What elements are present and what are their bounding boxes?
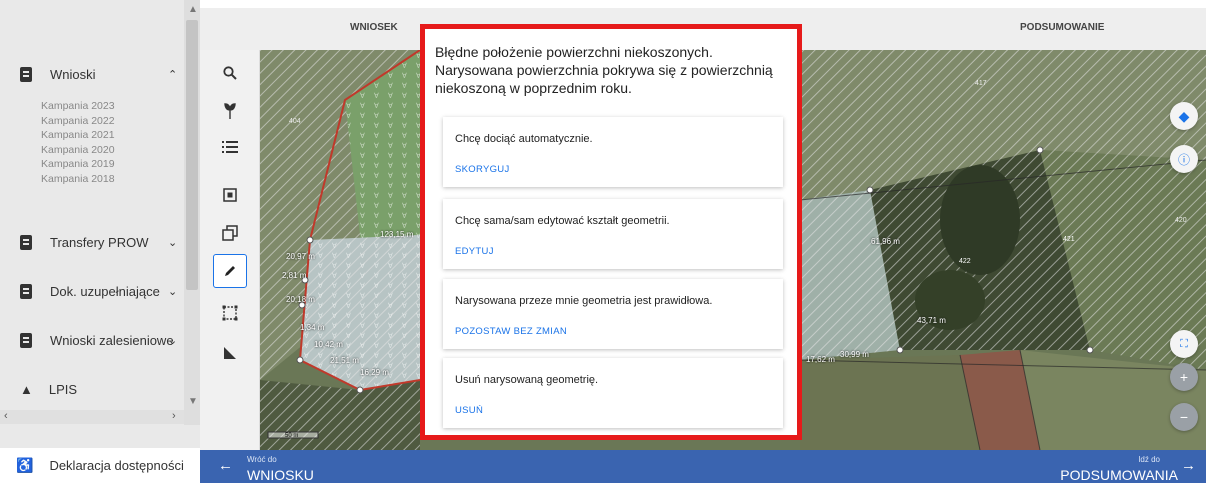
sidebar-item-label: Wnioski zalesieniowe [50,332,174,348]
search-icon[interactable] [213,56,247,90]
edytuj-button[interactable]: EDYTUJ [455,246,494,257]
measurement-label: 20,18 m [286,295,315,304]
chevron-down-icon: ⌄ [168,334,178,347]
sidebar-item-dok-uzupelniajace[interactable]: Dok. uzupełniające ⌄ [20,280,185,302]
option-text: Chcę dociąć automatycznie. [455,133,593,145]
info-icon: ⓘ [1177,152,1190,167]
bottom-navigation-bar: ← Wróć do WNIOSKU Idź do PODSUMOWANIA → [200,450,1206,483]
layers-button[interactable]: ◆ [1170,102,1198,130]
parcel-label: 421 [1063,236,1075,243]
back-to-wniosek-button[interactable]: ← Wróć do WNIOSKU [200,450,400,483]
sidebar-horizontal-scrollbar[interactable]: ‹ › [0,410,184,424]
sidebar-footer: ♿ Deklaracja dostępności [0,448,200,483]
sidebar-scrollbar-thumb[interactable] [186,20,198,290]
chevron-up-icon: ⌃ [168,68,178,81]
parcel-label: 417 [975,80,987,87]
chevron-down-icon: ⌄ [168,236,178,249]
sidebar-item-label: LPIS [48,381,78,397]
next-big-label: PODSUMOWANIA [1060,467,1178,483]
option-card-edit: Chcę sama/sam edytować kształt geometrii… [443,199,783,269]
back-small-label: Wróć do [247,455,277,464]
campaign-item-2022[interactable]: Kampania 2022 [41,114,115,129]
sidebar-item-lpis[interactable]: ▲ LPIS [20,378,185,400]
usun-button[interactable]: USUŃ [455,405,483,416]
campaign-item-2023[interactable]: Kampania 2023 [41,99,115,114]
option-text: Chcę sama/sam edytować kształt geometrii… [455,215,670,227]
campaign-list: Kampania 2023 Kampania 2022 Kampania 202… [41,99,115,186]
plus-icon: + [1179,369,1189,385]
tab-wniosek[interactable]: WNIOSEK [350,22,398,33]
zoom-out-button[interactable]: − [1170,403,1198,431]
info-button[interactable]: ⓘ [1170,145,1198,173]
measurement-label: 16,29 m [360,368,389,377]
sidebar-item-wnioski-zalesieniowe[interactable]: Wnioski zalesieniowe ⌄ [20,329,185,351]
mountain-icon: ▲ [20,381,33,397]
sidebar-item-label: Transfery PROW [50,234,149,250]
arrow-left-icon: ← [218,457,233,474]
scroll-left-icon[interactable]: ‹ [4,410,8,422]
option-card-auto-trim: Chcę dociąć automatycznie. SKORYGUJ [443,117,783,187]
campaign-item-2020[interactable]: Kampania 2020 [41,143,115,158]
sidebar-item-wnioski[interactable]: Wnioski ⌃ [20,63,185,85]
measure-angle-icon[interactable] [213,336,247,370]
measurement-label: 20,97 m [286,252,315,261]
option-text: Usuń narysowaną geometrię. [455,374,599,386]
parcel-label: 404 [289,118,301,125]
option-card-keep: Narysowana przeze mnie geometria jest pr… [443,279,783,349]
skoryguj-button[interactable]: SKORYGUJ [455,164,510,175]
campaign-item-2018[interactable]: Kampania 2018 [41,172,115,187]
sidebar: ▲ ▼ Wnioski ⌃ Kampania 2023 Kampania 202… [0,0,200,483]
dialog-title: Błędne położenie powierzchni niekoszonyc… [435,44,773,96]
document-icon [20,234,32,250]
tab-podsumowanie[interactable]: PODSUMOWANIE [1020,22,1104,33]
parcel-label: 422 [959,258,971,265]
parcel-label: 420 [1175,217,1187,224]
go-to-summary-button[interactable]: Idź do PODSUMOWANIA → [1006,450,1206,483]
draw-pencil-icon[interactable] [213,254,247,288]
measurement-label: 10,42 m [314,340,343,349]
option-text: Narysowana przeze mnie geometria jest pr… [455,295,713,307]
scroll-right-icon[interactable]: › [172,410,176,422]
error-dialog: Błędne położenie powierzchni niekoszonyc… [420,24,802,440]
measurement-label: 123,15 m [380,230,414,239]
measurement-label: 30,99 m [840,350,869,359]
fullscreen-button[interactable]: ⛶ [1170,330,1198,358]
list-icon[interactable] [213,130,247,164]
chevron-down-icon: ⌄ [168,285,178,298]
footer-label: Deklaracja dostępności [49,457,184,473]
map-toolbar [200,50,260,450]
measurement-label: 2,81 m [282,271,307,280]
document-icon [20,283,32,299]
document-icon [20,332,32,348]
accessibility-declaration-link[interactable]: ♿ Deklaracja dostępności [16,454,184,476]
measurement-label: 61,96 m [871,237,900,246]
measurement-label: 43,71 m [917,316,946,325]
sidebar-item-label: Dok. uzupełniające [50,283,160,299]
campaign-item-2019[interactable]: Kampania 2019 [41,157,115,172]
select-area-icon[interactable] [213,178,247,212]
zoom-in-button[interactable]: + [1170,363,1198,391]
pozostaw-bez-zmian-button[interactable]: POZOSTAW BEZ ZMIAN [455,326,567,337]
draw-rectangle-icon[interactable] [213,296,247,330]
next-small-label: Idź do [1138,455,1160,464]
scroll-up-icon[interactable]: ▲ [188,4,198,15]
accessibility-icon: ♿ [16,456,34,473]
minus-icon: − [1179,409,1189,425]
arrow-right-icon: → [1181,457,1196,474]
sidebar-item-transfery-prow[interactable]: Transfery PROW ⌄ [20,231,185,253]
scale-label: 50 m [285,433,299,439]
fullscreen-icon: ⛶ [1180,337,1188,350]
campaign-item-2021[interactable]: Kampania 2021 [41,128,115,143]
document-icon [20,66,32,82]
sidebar-item-label: Wnioski [50,66,96,82]
back-big-label: WNIOSKU [247,467,314,483]
copy-geometry-icon[interactable] [213,216,247,250]
scroll-down-icon[interactable]: ▼ [188,396,198,407]
option-card-delete: Usuń narysowaną geometrię. USUŃ [443,358,783,428]
measurement-label: 17,62 m [806,355,835,364]
layers-icon: ◆ [1178,107,1190,124]
measurement-label: 1,34 m [300,323,325,332]
plant-icon[interactable] [213,94,247,128]
measurement-label: 21,51 m [330,356,359,365]
